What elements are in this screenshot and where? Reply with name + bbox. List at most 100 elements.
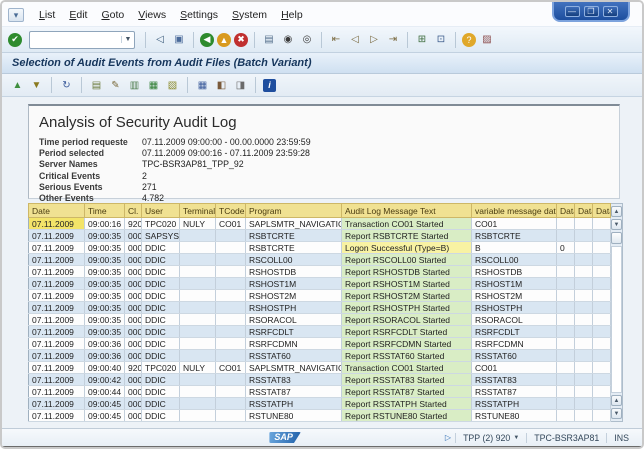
menu-item-goto[interactable]: Goto — [94, 7, 131, 23]
sort-ascending-icon[interactable]: ▲ — [10, 78, 25, 93]
table-cell[interactable] — [556, 337, 575, 350]
table-cell[interactable]: 000 — [124, 265, 142, 278]
table-cell[interactable] — [179, 301, 216, 314]
table-cell[interactable] — [215, 325, 246, 338]
column-header[interactable]: Terminal — [179, 203, 216, 218]
scroll-down-icon[interactable]: ▼ — [611, 219, 622, 230]
help-icon[interactable]: ? — [462, 32, 476, 47]
table-cell[interactable] — [556, 385, 575, 398]
column-header[interactable]: Date — [28, 203, 85, 218]
table-cell[interactable] — [179, 253, 216, 266]
table-cell[interactable]: NULY — [179, 361, 216, 374]
close-button[interactable]: ✕ — [602, 6, 618, 17]
table-cell[interactable] — [215, 253, 246, 266]
table-cell[interactable]: 07.11.2009 — [28, 265, 85, 278]
menu-item-edit[interactable]: Edit — [62, 7, 94, 23]
menu-item-help[interactable]: Help — [274, 7, 310, 23]
table-cell[interactable]: Report RSBTCRTE Started — [341, 229, 472, 242]
table-cell[interactable]: RSORACOL — [471, 313, 557, 326]
table-cell[interactable] — [556, 277, 575, 290]
table-cell[interactable]: 09:00:35 — [84, 265, 125, 278]
table-cell[interactable]: Report RSCOLL00 Started — [341, 253, 472, 266]
table-cell[interactable]: DDIC — [141, 373, 180, 386]
table-cell[interactable]: SAPLSMTR_NAVIGATION — [245, 361, 342, 374]
table-row[interactable]: 07.11.2009 09:00:35 000 SAPSYS RSBTCRTE Repor… — [28, 229, 611, 242]
table-cell[interactable] — [574, 289, 593, 302]
minimize-button[interactable]: — — [564, 6, 580, 17]
table-cell[interactable]: CO01 — [215, 361, 246, 374]
column-header[interactable]: Data — [556, 203, 575, 218]
table-cell[interactable] — [574, 349, 593, 362]
command-dropdown-icon[interactable]: ▼ — [121, 36, 134, 43]
table-cell[interactable] — [556, 409, 575, 422]
table-cell[interactable]: 07.11.2009 — [28, 253, 85, 266]
table-cell[interactable] — [556, 265, 575, 278]
table-cell[interactable]: Report RSHOST1M Started — [341, 277, 472, 290]
column-header[interactable]: variable message data — [471, 203, 557, 218]
cancel-icon[interactable]: ✖ — [234, 32, 248, 47]
table-cell[interactable]: Report RSSTATPH Started — [341, 397, 472, 410]
table-cell[interactable]: 000 — [124, 301, 142, 314]
table-cell[interactable]: RSRFCDLT — [471, 325, 557, 338]
table-row[interactable]: 07.11.2009 09:00:40 920 TPC020 NULY CO01 SAPLS… — [28, 361, 611, 374]
table-cell[interactable]: RSRFCDMN — [471, 337, 557, 350]
table-row[interactable]: 07.11.2009 09:00:45 000 DDIC RSTUNE80 Report … — [28, 409, 611, 422]
insert-column-icon[interactable]: ◧ — [214, 78, 229, 93]
table-row[interactable]: 07.11.2009 09:00:35 000 DDIC RSHOSTPH Report … — [28, 301, 611, 314]
table-cell[interactable]: Report RSHOSTDB Started — [341, 265, 472, 278]
table-cell[interactable] — [592, 337, 611, 350]
table-cell[interactable] — [574, 325, 593, 338]
table-cell[interactable] — [556, 361, 575, 374]
table-cell[interactable] — [592, 253, 611, 266]
table-cell[interactable] — [179, 409, 216, 422]
menu-item-list[interactable]: List — [32, 7, 62, 23]
table-cell[interactable] — [574, 229, 593, 242]
find-icon[interactable]: ◉ — [280, 32, 296, 48]
table-row[interactable]: 07.11.2009 09:00:35 000 DDIC RSBTCRTE Logon S… — [28, 241, 611, 254]
table-cell[interactable] — [215, 409, 246, 422]
table-cell[interactable] — [592, 325, 611, 338]
table-cell[interactable]: DDIC — [141, 313, 180, 326]
table-cell[interactable] — [556, 313, 575, 326]
table-cell[interactable] — [215, 385, 246, 398]
table-cell[interactable]: 09:00:35 — [84, 313, 125, 326]
new-session-icon[interactable]: ⊞ — [414, 32, 430, 48]
table-cell[interactable] — [574, 313, 593, 326]
table-cell[interactable] — [179, 277, 216, 290]
next-page-icon[interactable]: ▷ — [366, 32, 382, 48]
table-cell[interactable] — [179, 397, 216, 410]
table-cell[interactable] — [179, 325, 216, 338]
table-cell[interactable]: Report RSSTAT87 Started — [341, 385, 472, 398]
table-cell[interactable] — [215, 373, 246, 386]
table-cell[interactable]: RSHOSTDB — [245, 265, 342, 278]
table-cell[interactable]: RSSTAT83 — [245, 373, 342, 386]
table-cell[interactable]: Report RSRFCDLT Started — [341, 325, 472, 338]
table-cell[interactable]: 09:00:45 — [84, 409, 125, 422]
table-cell[interactable] — [179, 337, 216, 350]
table-row[interactable]: 07.11.2009 09:00:16 920 TPC020 NULY CO01 SAPLS… — [28, 217, 611, 230]
table-cell[interactable]: SAPLSMTR_NAVIGATION — [245, 217, 342, 230]
save-icon[interactable]: ▣ — [171, 32, 187, 48]
table-cell[interactable] — [592, 217, 611, 230]
back-arrow-icon[interactable]: ◁ — [152, 32, 168, 48]
table-cell[interactable] — [179, 265, 216, 278]
table-cell[interactable]: RSSTAT60 — [471, 349, 557, 362]
table-cell[interactable]: 09:00:45 — [84, 397, 125, 410]
status-expand-icon[interactable]: ▷ — [441, 433, 455, 442]
table-cell[interactable]: 09:00:44 — [84, 385, 125, 398]
table-cell[interactable] — [574, 241, 593, 254]
table-cell[interactable]: B — [471, 241, 557, 254]
table-cell[interactable]: Report RSSTAT60 Started — [341, 349, 472, 362]
table-cell[interactable]: RSSTAT87 — [471, 385, 557, 398]
table-cell[interactable]: 07.11.2009 — [28, 289, 85, 302]
table-cell[interactable] — [215, 349, 246, 362]
table-row[interactable]: 07.11.2009 09:00:45 000 DDIC RSSTATPH Report … — [28, 397, 611, 410]
column-header[interactable]: Audit Log Message Text — [341, 203, 472, 218]
table-cell[interactable]: TPC020 — [141, 361, 180, 374]
table-cell[interactable]: 09:00:40 — [84, 361, 125, 374]
table-cell[interactable] — [574, 217, 593, 230]
table-cell[interactable]: 000 — [124, 229, 142, 242]
table-cell[interactable]: 09:00:35 — [84, 277, 125, 290]
system-menu-icon[interactable]: ▾ — [8, 8, 24, 22]
table-cell[interactable] — [215, 241, 246, 254]
